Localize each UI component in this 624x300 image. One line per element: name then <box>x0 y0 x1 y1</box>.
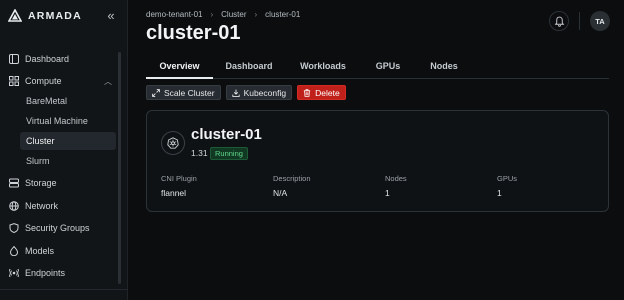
sidebar-item-label: Dashboard <box>25 54 70 64</box>
sidebar-item-endpoints[interactable]: Endpoints <box>6 264 116 282</box>
sidebar-item-slurm[interactable]: Slurm <box>20 152 116 170</box>
page-title: cluster-01 <box>146 22 241 44</box>
expand-icon <box>152 88 160 97</box>
sidebar-item-virtual-machine[interactable]: Virtual Machine <box>20 112 116 130</box>
storage-icon <box>9 178 19 188</box>
cluster-icon-badge <box>161 131 185 155</box>
field-value-nodes: 1 <box>385 188 390 198</box>
sidebar-scrollbar[interactable] <box>118 52 121 284</box>
download-icon <box>231 89 240 97</box>
sidebar-footer-divider <box>0 289 128 290</box>
field-label-cni-plugin: CNI Plugin <box>161 174 197 183</box>
tab-dashboard[interactable]: Dashboard <box>218 53 280 79</box>
delete-button[interactable]: Delete <box>297 85 346 100</box>
sidebar-item-dashboard[interactable]: Dashboard <box>6 50 116 68</box>
topbar-divider <box>579 12 580 30</box>
chevron-right-icon: › <box>254 10 258 19</box>
field-value-description: N/A <box>273 188 288 198</box>
breadcrumb-tenant[interactable]: demo-tenant-01 <box>146 10 202 19</box>
compute-icon <box>9 76 19 86</box>
sidebar-item-baremetal[interactable]: BareMetal <box>20 92 116 110</box>
sidebar-item-network[interactable]: Network <box>6 197 116 215</box>
tab-gpus[interactable]: GPUs <box>368 53 408 79</box>
chevron-right-icon: › <box>210 10 214 19</box>
sidebar-item-label: Endpoints <box>25 268 66 278</box>
endpoints-icon <box>9 268 19 278</box>
field-value-cni-plugin: flannel <box>161 188 187 198</box>
trash-icon <box>303 88 311 97</box>
breadcrumb-cluster[interactable]: Cluster <box>221 10 246 19</box>
sidebar-item-models[interactable]: Models <box>6 242 116 260</box>
notifications-button[interactable] <box>549 11 569 31</box>
sidebar-item-label: Security Groups <box>25 223 90 233</box>
network-icon <box>9 201 19 211</box>
sidebar-item-label: Network <box>25 201 59 211</box>
sidebar-item-compute[interactable]: Compute <box>6 72 116 90</box>
cluster-name: cluster-01 <box>191 126 262 143</box>
breadcrumb: demo-tenant-01 › Cluster › cluster-01 <box>146 10 300 19</box>
armada-logo-icon <box>8 9 22 22</box>
cluster-version: 1.31 <box>191 148 208 158</box>
bell-icon <box>554 16 564 27</box>
delete-label: Delete <box>315 87 340 98</box>
status-badge: Running <box>210 147 248 160</box>
chevron-up-icon[interactable]: ︿ <box>104 76 112 87</box>
brand-name: ARMADA <box>28 10 82 22</box>
sidebar-item-label: Compute <box>25 76 62 86</box>
sidebar-item-label: Models <box>25 246 55 256</box>
sidebar-item-cluster[interactable]: Cluster <box>20 132 116 150</box>
breadcrumb-current: cluster-01 <box>265 10 301 19</box>
sidebar: ARMADA « Dashboard Compute ︿ BareMetal V… <box>0 0 128 300</box>
brand[interactable]: ARMADA <box>8 9 82 23</box>
models-icon <box>9 246 19 256</box>
avatar[interactable]: TA <box>590 11 610 31</box>
field-value-gpus: 1 <box>497 188 502 198</box>
scale-cluster-button[interactable]: Scale Cluster <box>146 85 221 100</box>
dashboard-icon <box>9 54 19 64</box>
sidebar-item-storage[interactable]: Storage <box>6 174 116 192</box>
collapse-sidebar-icon[interactable]: « <box>104 9 118 23</box>
cluster-actions: Scale Cluster Kubeconfig Delete <box>146 85 346 100</box>
kubeconfig-button[interactable]: Kubeconfig <box>225 85 293 100</box>
field-label-nodes: Nodes <box>385 174 407 183</box>
active-tab-indicator <box>146 77 213 79</box>
cluster-summary-card: cluster-01 1.31 Running CNI Plugin flann… <box>146 110 609 212</box>
shield-icon <box>9 223 19 233</box>
scale-cluster-label: Scale Cluster <box>164 87 215 98</box>
tab-overview[interactable]: Overview <box>146 53 213 79</box>
kubeconfig-label: Kubeconfig <box>243 87 287 98</box>
field-label-gpus: GPUs <box>497 174 518 183</box>
sidebar-item-label: Storage <box>25 178 57 188</box>
kubernetes-icon <box>167 137 179 149</box>
tab-bar: Overview Dashboard Workloads GPUs Nodes <box>146 53 609 79</box>
field-label-description: Description <box>273 174 311 183</box>
tab-nodes[interactable]: Nodes <box>424 53 464 79</box>
top-actions: TA <box>549 11 610 31</box>
sidebar-item-security-groups[interactable]: Security Groups <box>6 219 116 237</box>
tab-workloads[interactable]: Workloads <box>292 53 354 79</box>
